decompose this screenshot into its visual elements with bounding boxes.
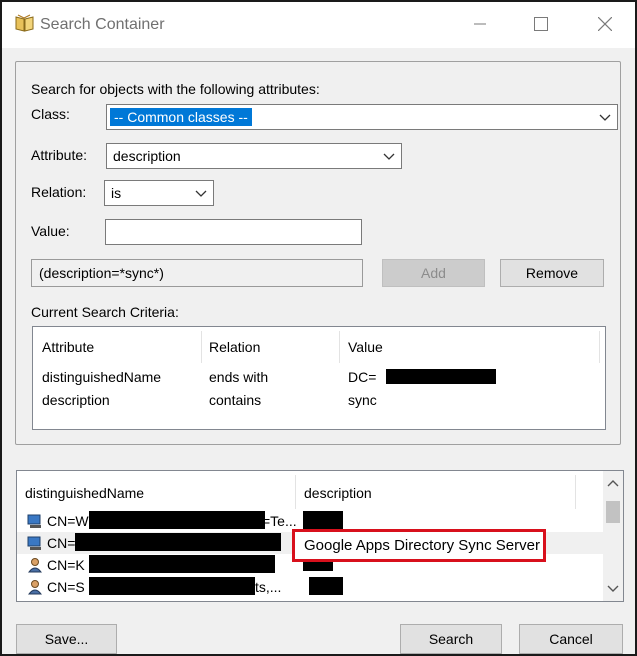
result-dn-suffix: ts,... (255, 579, 282, 595)
results-col-description[interactable]: description (304, 485, 372, 501)
save-button[interactable]: Save... (16, 624, 117, 654)
user-icon (27, 558, 43, 573)
minimize-button[interactable] (457, 2, 503, 46)
search-container-window: Search Container Search for objects with… (0, 0, 637, 656)
title-bar: Search Container (2, 2, 635, 48)
class-label: Class: (31, 106, 70, 122)
criteria-relation: contains (209, 392, 262, 408)
search-heading: Search for objects with the following at… (31, 81, 320, 97)
result-row[interactable]: CN=S ts,... (17, 576, 603, 598)
chevron-down-icon (195, 190, 207, 197)
maximize-button[interactable] (518, 2, 564, 46)
close-button[interactable] (582, 2, 628, 46)
minimize-icon (474, 23, 486, 25)
criteria-col-relation[interactable]: Relation (209, 339, 260, 355)
close-icon (598, 17, 612, 31)
class-select-value: -- Common classes -- (110, 108, 252, 126)
search-button[interactable]: Search (400, 624, 502, 654)
value-input[interactable] (105, 219, 362, 245)
criteria-relation: ends with (209, 369, 269, 385)
criteria-attribute: description (42, 392, 110, 408)
computer-icon (27, 536, 41, 550)
redaction-block (75, 533, 281, 551)
redaction-block (386, 369, 496, 384)
chevron-down-icon (607, 585, 619, 592)
criteria-col-attribute[interactable]: Attribute (42, 339, 94, 355)
criteria-value: sync (348, 392, 377, 408)
remove-button[interactable]: Remove (500, 259, 604, 287)
chevron-down-icon (599, 114, 611, 121)
criteria-value: DC= (348, 369, 377, 385)
current-criteria-label: Current Search Criteria: (31, 304, 179, 320)
result-description: Google Apps Directory Sync Server (304, 537, 540, 554)
result-dn-suffix: =Te... (262, 513, 297, 529)
highlighted-description: Google Apps Directory Sync Server (292, 529, 546, 562)
class-select[interactable]: -- Common classes -- (106, 104, 618, 130)
result-dn: CN=K (47, 557, 85, 573)
relation-label: Relation: (31, 184, 87, 200)
value-label: Value: (31, 223, 70, 239)
result-dn: CN=S (47, 579, 85, 595)
redaction-block (89, 511, 265, 529)
result-dn: CN= (47, 535, 76, 551)
result-dn: CN=W (47, 513, 89, 529)
chevron-down-icon (383, 153, 395, 160)
criteria-list[interactable]: Attribute Relation Value distinguishedNa… (32, 326, 606, 430)
maximize-icon (534, 17, 548, 31)
relation-select[interactable]: is (104, 180, 214, 206)
scroll-thumb[interactable] (606, 501, 620, 523)
redaction-block (89, 555, 275, 573)
results-col-dn[interactable]: distinguishedName (25, 485, 144, 501)
window-title: Search Container (40, 16, 165, 33)
attribute-select-value: description (113, 148, 181, 164)
add-button[interactable]: Add (382, 259, 485, 287)
relation-select-value: is (111, 185, 122, 201)
scroll-down-button[interactable] (603, 579, 623, 599)
ldap-filter-display: (description=*sync*) (31, 259, 363, 287)
attribute-label: Attribute: (31, 147, 88, 163)
results-scrollbar[interactable] (603, 471, 623, 601)
chevron-up-icon (607, 480, 619, 487)
attribute-select[interactable]: description (106, 143, 402, 169)
book-icon (14, 13, 34, 33)
redaction-block (89, 577, 255, 595)
ldap-filter-text: (description=*sync*) (39, 265, 164, 281)
redaction-block (309, 577, 343, 595)
scroll-up-button[interactable] (603, 473, 623, 493)
criteria-attribute: distinguishedName (42, 369, 162, 385)
criteria-col-value[interactable]: Value (348, 339, 383, 355)
redaction-block (303, 511, 343, 529)
computer-icon (27, 514, 41, 528)
cancel-button[interactable]: Cancel (519, 624, 623, 654)
user-icon (27, 580, 43, 595)
